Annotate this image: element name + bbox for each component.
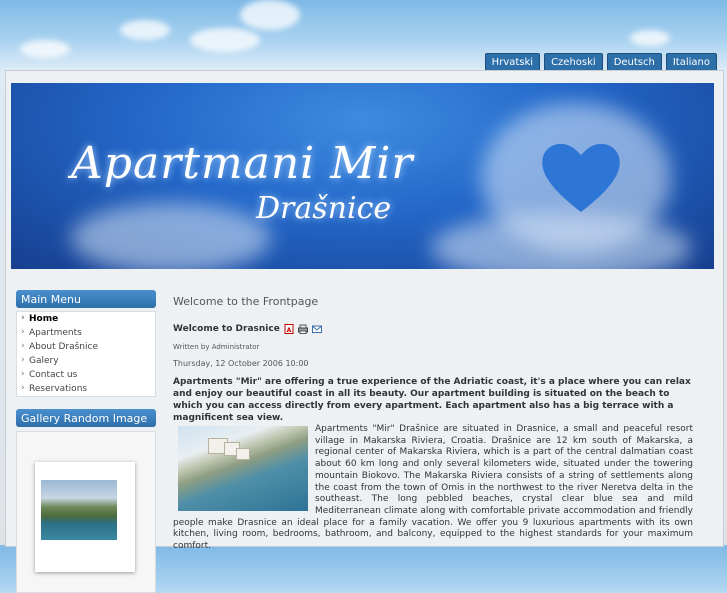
email-icon[interactable] <box>311 324 322 334</box>
article-lead: Apartments "Mir" are offering a true exp… <box>173 377 691 423</box>
menu-item-reservations[interactable]: Reservations <box>17 382 155 396</box>
gallery-header: Gallery Random Image <box>16 409 156 427</box>
article-title-row: Welcome to Drasnice A <box>173 324 693 334</box>
menu-item-contact[interactable]: Contact us <box>17 368 155 382</box>
article-title[interactable]: Welcome to Drasnice <box>173 324 280 334</box>
sky-cloud <box>20 40 70 58</box>
sky-cloud <box>630 30 670 46</box>
menu-item-galery[interactable]: Galery <box>17 354 155 368</box>
main-menu-header: Main Menu <box>16 290 156 308</box>
sidebar: Main Menu Home Apartments About Drašnice… <box>16 290 156 593</box>
menu-item-apartments[interactable]: Apartments <box>17 326 155 340</box>
page-title: Welcome to the Frontpage <box>173 295 319 308</box>
banner-title: Apartmani Mir <box>71 138 414 189</box>
menu-item-about[interactable]: About Drašnice <box>17 340 155 354</box>
banner-subtitle: Drašnice <box>256 191 392 226</box>
sky-cloud <box>190 28 260 52</box>
main-content: Welcome to the Frontpage Welcome to Dras… <box>173 295 693 553</box>
header-banner: Apartmani Mir Drašnice <box>11 83 714 269</box>
gallery-random-image[interactable] <box>41 480 117 540</box>
print-icon[interactable] <box>297 324 308 334</box>
sky-cloud <box>240 0 300 30</box>
heart-icon <box>542 143 620 212</box>
article-date: Thursday, 12 October 2006 10:00 <box>173 359 309 368</box>
article-photo <box>178 426 308 511</box>
menu-item-home[interactable]: Home <box>17 312 155 326</box>
sky-cloud <box>120 20 170 40</box>
svg-text:A: A <box>287 327 292 334</box>
pdf-icon[interactable]: A <box>284 324 294 334</box>
main-menu: Home Apartments About Drašnice Galery Co… <box>16 311 156 397</box>
gallery-module <box>16 431 156 593</box>
article-author: Written by Administrator <box>173 343 260 351</box>
